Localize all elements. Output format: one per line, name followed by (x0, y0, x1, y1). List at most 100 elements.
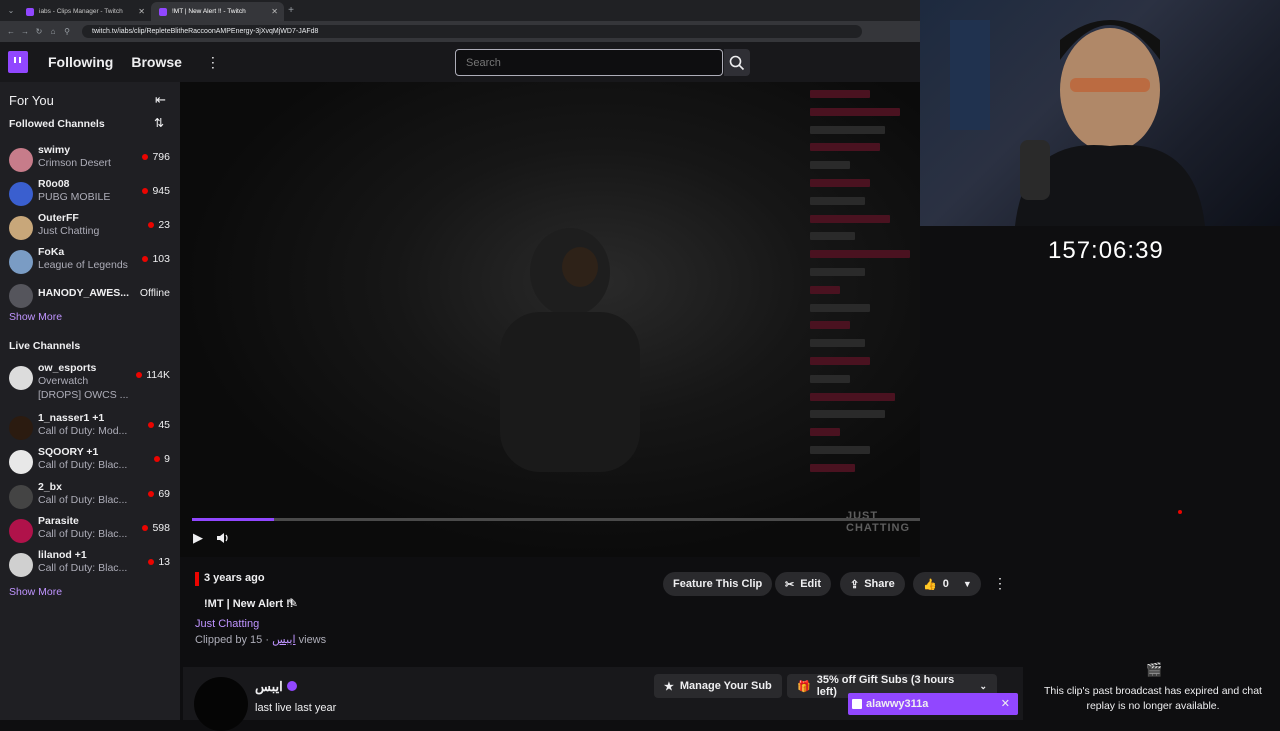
close-icon[interactable]: ✕ (1001, 697, 1010, 710)
like-count: 0 (942, 578, 949, 590)
url-field[interactable]: twitch.tv/iabs/clip/RepleteBlitheRaccoon… (82, 25, 862, 38)
reload-icon[interactable]: ↻ (32, 27, 46, 36)
viewer-count: 23 (148, 219, 170, 231)
channel-name: SQOORY +1 (38, 446, 99, 458)
edit-title-pencil-icon[interactable]: ✎ (288, 596, 298, 610)
forward-icon[interactable]: → (18, 27, 32, 36)
close-tab-icon[interactable]: ✕ (271, 7, 278, 16)
browser-tab-active[interactable]: !MT | New Alert !! - Twitch ✕ (151, 2, 284, 21)
live-channel-item[interactable]: lilanod +1 Call of Duty: Blac... 13 (0, 549, 180, 583)
scissors-icon: ✂ (785, 578, 795, 591)
volume-icon[interactable] (216, 531, 230, 545)
streamer-silhouette (950, 20, 1205, 226)
channel-name: ow_esports (38, 362, 97, 374)
channel-avatar (9, 216, 33, 240)
search-input[interactable] (455, 49, 723, 76)
chat-overlay (810, 90, 915, 490)
video-frame[interactable]: JUST CHATTING 26 ▶ ⚙ ⛶ (180, 82, 1012, 557)
chevron-down-icon[interactable]: ▼ (963, 579, 972, 589)
chat-overlay-line (810, 196, 865, 205)
progress-fill (192, 518, 274, 521)
channel-game: Just Chatting (38, 225, 100, 237)
followed-channel-item[interactable]: R0o08 PUBG MOBILE 945 (0, 178, 180, 212)
live-marker (195, 572, 199, 586)
followed-channels-heading: Followed Channels (9, 118, 105, 130)
more-options-icon[interactable]: ⋮ (206, 54, 220, 71)
live-dot (142, 154, 149, 161)
video-player[interactable]: JUST CHATTING 26 ▶ ⚙ ⛶ (180, 82, 1012, 557)
sort-icon[interactable]: ⇅ (154, 116, 164, 130)
progress-bar[interactable] (192, 518, 1012, 521)
tab-title: !MT | New Alert !! - Twitch (172, 8, 246, 15)
followed-channel-item[interactable]: FoKa League of Legends 103 (0, 246, 180, 280)
manage-sub-button[interactable]: ★ Manage Your Sub (654, 674, 782, 698)
channel-name: HANODY_AWES... (38, 287, 130, 299)
viewer-count: 796 (142, 151, 170, 163)
player-controls: ▶ ⚙ ⛶ (180, 529, 1020, 550)
like-button[interactable]: 👍 0 ▼ (913, 572, 981, 596)
gift-badge-icon (852, 699, 862, 709)
site-info-icon[interactable]: ⚲ (60, 27, 74, 36)
browser-tab-bar: ⌄ iabs - Clips Manager - Twitch ✕ !MT | … (0, 0, 920, 21)
chat-overlay-line (810, 410, 885, 419)
chat-overlay-line (810, 303, 870, 312)
tab-menu-icon[interactable]: ⌄ (4, 6, 18, 15)
clip-title: !MT | New Alert !! (204, 598, 294, 610)
channel-game: Overwatch (38, 375, 89, 387)
live-channel-item[interactable]: 1_nasser1 +1 Call of Duty: Mod... 45 (0, 412, 180, 446)
play-icon[interactable]: ▶ (193, 530, 203, 546)
share-icon: ⇪ (850, 578, 860, 591)
clip-age: 3 years ago (204, 572, 265, 584)
close-tab-icon[interactable]: ✕ (138, 7, 145, 16)
live-channel-item[interactable]: ow_esports Overwatch [DROPS] OWCS ... 11… (0, 362, 180, 401)
more-actions-icon[interactable]: ⋮ (993, 575, 1007, 592)
show-more-followed[interactable]: Show More (9, 311, 62, 323)
clip-category-link[interactable]: Just Chatting (195, 618, 259, 630)
nav-browse[interactable]: Browse (131, 54, 182, 70)
feature-clip-button[interactable]: Feature This Clip (663, 572, 773, 596)
live-channel-item[interactable]: SQOORY +1 Call of Duty: Blac... 9 (0, 446, 180, 480)
channel-name[interactable]: ايبس (255, 679, 283, 695)
live-channel-item[interactable]: 2_bx Call of Duty: Blac... 69 (0, 481, 180, 515)
channel-game: Crimson Desert (38, 157, 111, 169)
search-button[interactable] (724, 49, 750, 76)
thumbs-up-icon: 👍 (923, 578, 937, 591)
show-more-live[interactable]: Show More (9, 586, 62, 598)
gift-icon: 🎁 (797, 680, 811, 693)
back-icon[interactable]: ← (4, 27, 18, 36)
chevron-down-icon[interactable]: ⌄ (979, 681, 987, 692)
live-dot (154, 456, 161, 463)
live-channel-item[interactable]: Parasite Call of Duty: Blac... 598 (0, 515, 180, 549)
chat-overlay-line (810, 178, 870, 187)
home-icon[interactable]: ⌂ (46, 27, 60, 36)
channel-name: 2_bx (38, 481, 62, 493)
followed-channel-item[interactable]: swimy Crimson Desert 796 (0, 144, 180, 178)
collapse-sidebar-icon[interactable]: ⇤ (155, 92, 166, 108)
browser-tab[interactable]: iabs - Clips Manager - Twitch ✕ (18, 2, 151, 21)
channel-avatar[interactable] (194, 677, 248, 731)
chat-overlay-line (810, 90, 870, 98)
channel-avatar (9, 553, 33, 577)
viewer-count: 114K (136, 369, 170, 381)
top-nav: Following Browse ⋮ (0, 42, 920, 82)
verified-badge-icon (287, 681, 297, 691)
new-tab-icon[interactable]: + (284, 5, 298, 16)
chat-overlay-line (810, 445, 870, 454)
nav-following[interactable]: Following (48, 54, 113, 70)
channel-name: lilanod +1 (38, 549, 87, 561)
last-live-text: last live last year (255, 702, 337, 714)
followed-channel-item[interactable]: HANODY_AWES... Offline (0, 280, 180, 314)
viewer-count: 45 (148, 419, 170, 431)
edit-button[interactable]: ✂ Edit (775, 572, 831, 596)
chat-replay-notice: This clip's past broadcast has expired a… (1044, 685, 1262, 712)
live-dot (142, 525, 149, 532)
channel-avatar (9, 250, 33, 274)
clipper-link[interactable]: ايبس (272, 634, 295, 646)
share-button[interactable]: ⇪ Share (840, 572, 905, 596)
live-channels-heading: Live Channels (9, 340, 81, 352)
twitch-logo-icon[interactable] (8, 51, 28, 73)
channel-game: Call of Duty: Blac... (38, 528, 128, 540)
channel-name: R0o08 (38, 178, 70, 190)
followed-channel-item[interactable]: OuterFF Just Chatting 23 (0, 212, 180, 246)
chat-overlay-line (810, 143, 880, 152)
